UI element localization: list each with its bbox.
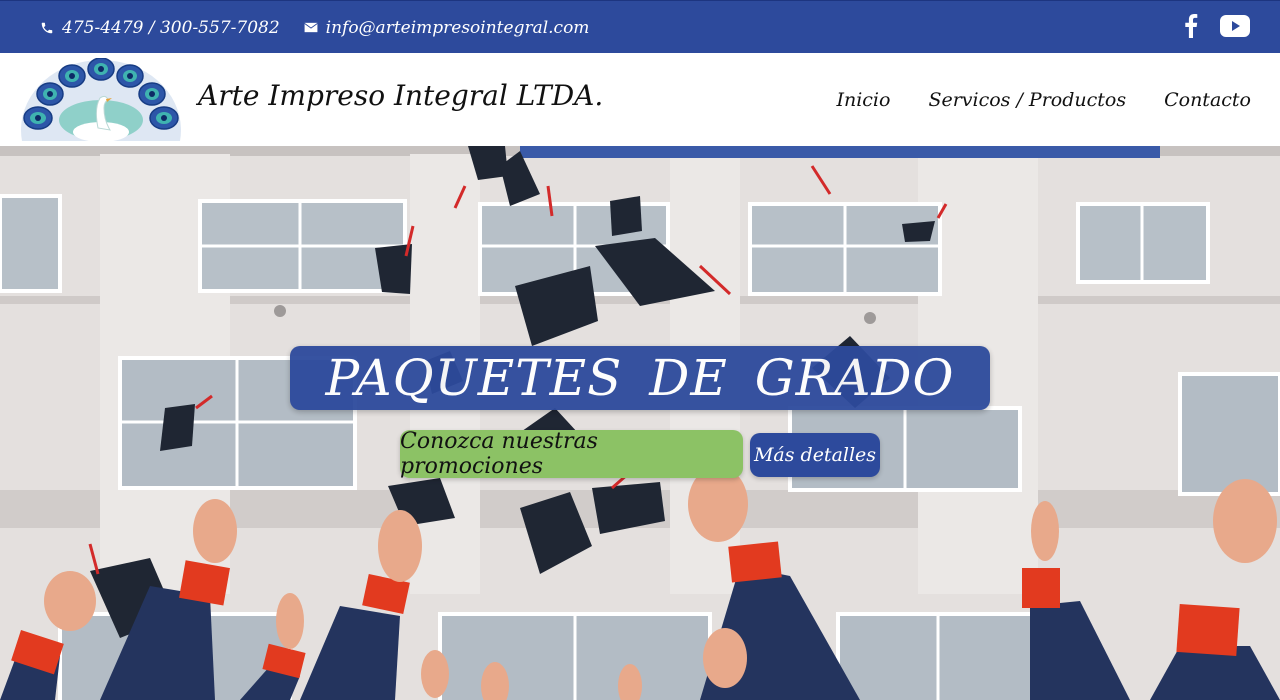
- site-header: Arte Impreso Integral LTDA. Inicio Servi…: [0, 53, 1280, 200]
- phone-number[interactable]: 475-4479 / 300-557-7082: [62, 18, 280, 38]
- social-links: [1184, 1, 1250, 54]
- contact-info: 475-4479 / 300-557-7082 info@arteimpreso…: [40, 1, 589, 54]
- promotions-button[interactable]: Conozca nuestras promociones: [400, 429, 743, 479]
- nav-item-servicios[interactable]: Servicos / Productos: [928, 89, 1126, 111]
- more-details-button[interactable]: Más detalles: [750, 433, 880, 477]
- nav-item-contacto[interactable]: Contacto: [1164, 89, 1251, 111]
- logo-feathers: [21, 57, 181, 200]
- hero-headline: PAQUETES DE GRADO: [325, 349, 955, 407]
- facebook-icon[interactable]: [1184, 13, 1198, 42]
- youtube-icon[interactable]: [1220, 14, 1250, 41]
- main-nav: Inicio Servicos / Productos Contacto: [836, 89, 1251, 111]
- nav-item-inicio[interactable]: Inicio: [836, 89, 890, 111]
- headline-banner: PAQUETES DE GRADO: [290, 346, 990, 410]
- hero-banner: PAQUETES DE GRADO Conozca nuestras promo…: [0, 146, 1280, 700]
- hero-background-image: [0, 146, 1280, 700]
- top-bar: 475-4479 / 300-557-7082 info@arteimpreso…: [0, 0, 1280, 53]
- peacock-logo[interactable]: [20, 57, 182, 200]
- email-link[interactable]: info@arteimpresointegral.com: [326, 18, 590, 38]
- site-name[interactable]: Arte Impreso Integral LTDA.: [198, 79, 603, 112]
- phone-icon: [40, 21, 54, 35]
- email-icon: [304, 22, 318, 33]
